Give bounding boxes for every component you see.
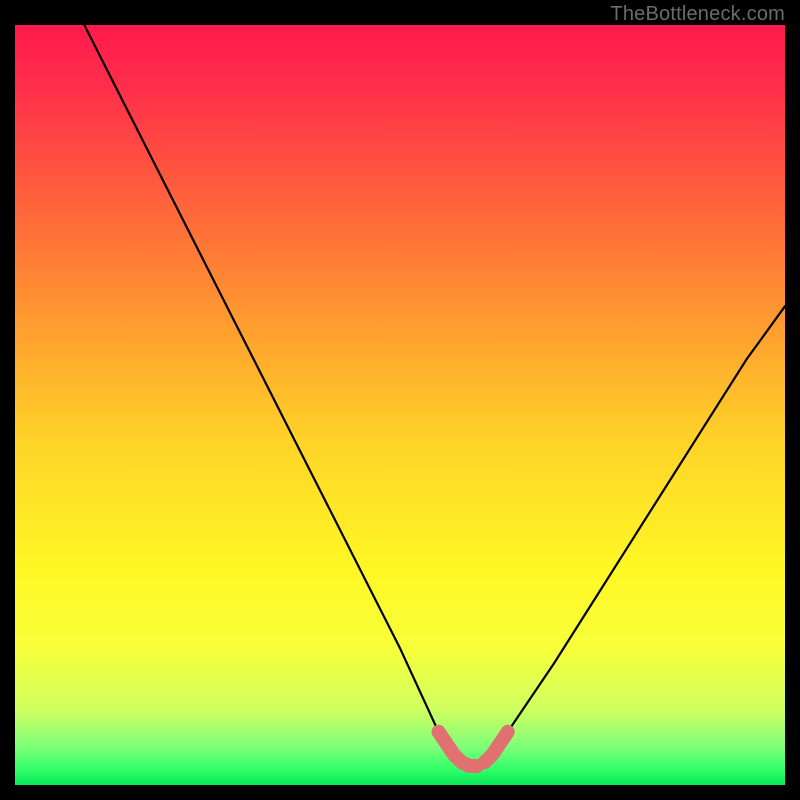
chart-svg bbox=[15, 25, 785, 785]
highlight-left bbox=[439, 732, 478, 766]
main-curve bbox=[84, 25, 785, 766]
highlight-right bbox=[485, 732, 508, 762]
watermark-text: TheBottleneck.com bbox=[610, 3, 785, 26]
plot-area bbox=[15, 25, 785, 785]
